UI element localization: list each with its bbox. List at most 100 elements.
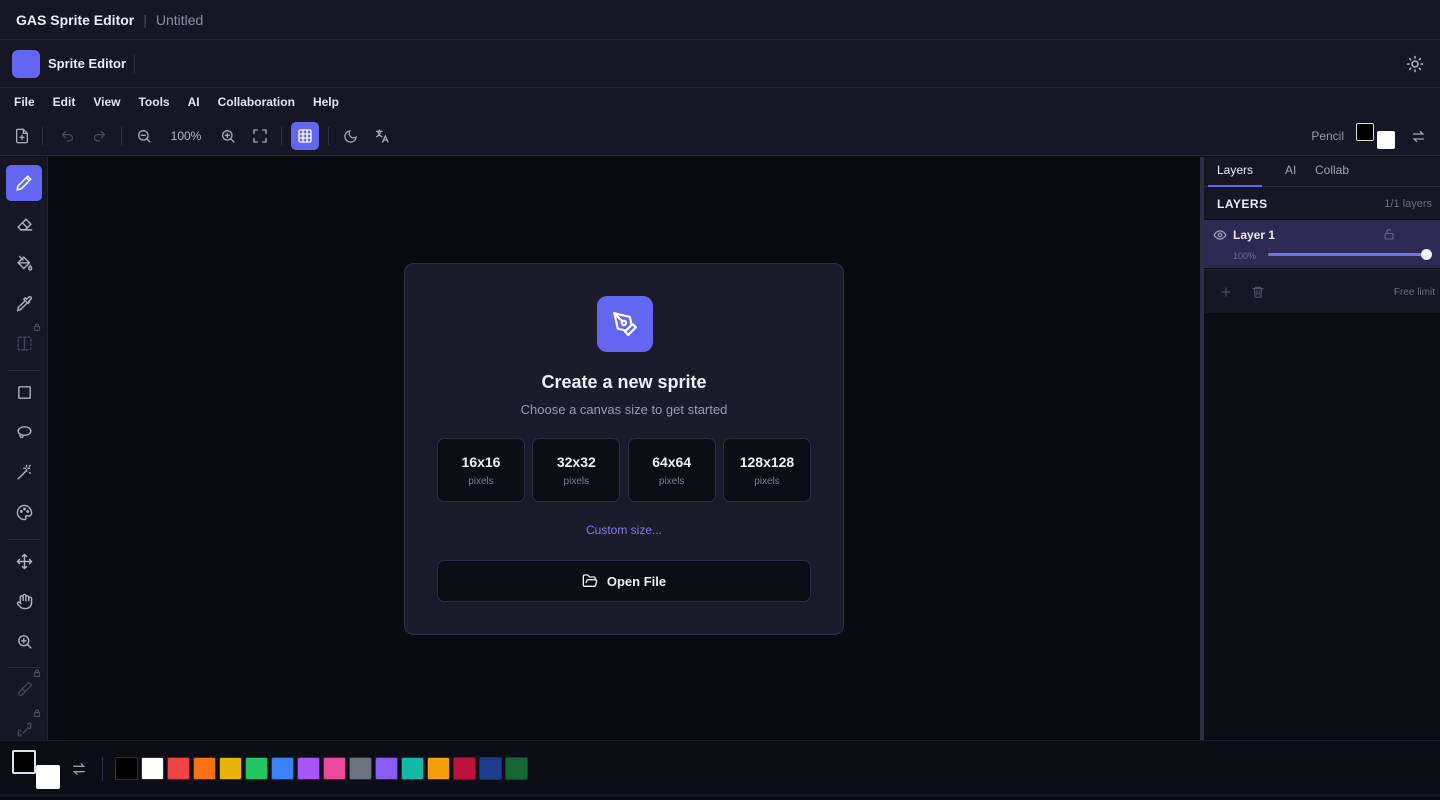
swap-colors-icon[interactable] [1407,125,1429,147]
menu-ai[interactable]: AI [188,95,200,109]
palette-swatch[interactable] [453,757,476,780]
layers-header: LAYERS 1/1 layers [1204,187,1440,219]
grid-toggle-icon[interactable] [291,122,319,150]
tab-collab[interactable]: Collab [1306,157,1358,187]
open-file-button[interactable]: Open File [437,560,811,602]
zoom-level: 100% [170,129,202,143]
palette-swatch[interactable] [401,757,424,780]
dialog-title: Create a new sprite [541,372,707,392]
foreground-color-swatch[interactable] [12,750,36,774]
toolbar-divider [42,127,43,145]
size-32-button[interactable]: 32x32 pixels [532,438,621,502]
palette-swatch[interactable] [349,757,372,780]
tool-rail [0,157,48,740]
size-128-button[interactable]: 128x128 pixels [722,438,811,502]
size-value: 32x32 [556,454,596,470]
palette-swatch[interactable] [193,757,216,780]
toolbar-divider [281,127,282,145]
new-sprite-dialog: Create a new sprite Choose a canvas size… [404,263,844,635]
rail-divider [8,370,40,371]
palette-swatch[interactable] [297,757,320,780]
palette-swatch[interactable] [219,757,242,780]
toolbar-foreground-swatch[interactable] [1356,123,1374,141]
menu-collaboration[interactable]: Collaboration [218,95,295,109]
size-16-button[interactable]: 16x16 pixels [437,438,525,502]
palette-swatch[interactable] [479,757,502,780]
fill-bucket-tool-icon[interactable] [6,245,42,281]
app-logo [12,49,40,78]
panel-tabs: Layers AI Collab [1204,157,1440,187]
free-limit-label: Free limit [1393,287,1435,298]
menu-file[interactable]: File [14,95,35,109]
trash-icon[interactable] [1251,285,1265,299]
symmetry-tool-icon[interactable] [6,323,42,361]
menu-view[interactable]: View [93,95,120,109]
sun-icon[interactable] [1406,55,1424,73]
palette-swatch[interactable] [505,757,528,780]
layer-opacity-label: 100% [1233,251,1257,261]
pencil-tool-icon[interactable] [6,165,42,201]
size-unit: pixels [754,476,780,487]
palette-tool-icon[interactable] [6,494,42,530]
new-file-icon[interactable] [11,125,33,147]
palette-swatch[interactable] [245,757,268,780]
opacity-slider-handle[interactable] [1421,249,1432,260]
swap-colors-icon[interactable] [71,761,87,777]
palette-swatch[interactable] [427,757,450,780]
palette-swatch[interactable] [167,757,190,780]
eye-icon[interactable] [1213,228,1227,242]
lock-icon [33,323,41,331]
app-header: Sprite Editor [0,40,1440,88]
tab-layers[interactable]: Layers [1208,157,1263,187]
lock-icon [33,709,41,717]
document-title: Untitled [155,11,204,28]
layer-row[interactable]: Layer 1 100% [1204,220,1440,268]
rectangle-tool-icon[interactable] [6,374,42,410]
move-tool-icon[interactable] [6,543,42,579]
open-file-label: Open File [606,573,667,589]
toolbar-background-swatch[interactable] [1377,131,1395,149]
palette-swatch[interactable] [323,757,346,780]
folder-open-icon [582,574,598,587]
dialog-subtitle: Choose a canvas size to get started [520,402,728,417]
unlock-icon[interactable] [1383,228,1395,240]
size-64-button[interactable]: 64x64 pixels [627,438,716,502]
size-unit: pixels [658,476,685,487]
menu-edit[interactable]: Edit [53,95,76,109]
fit-screen-icon[interactable] [249,125,271,147]
custom-size-link[interactable]: Custom size... [405,523,843,537]
palette-swatch[interactable] [271,757,294,780]
palette-swatch[interactable] [115,757,138,780]
menu-tools[interactable]: Tools [138,95,169,109]
magic-wand-tool-icon[interactable] [6,454,42,490]
size-value: 64x64 [652,454,692,470]
palette-swatch[interactable] [375,757,398,780]
lasso-tool-icon[interactable] [6,414,42,450]
palette-swatch[interactable] [141,757,164,780]
brush-tool-icon[interactable] [6,669,42,707]
plus-icon[interactable] [1219,285,1233,299]
eraser-tool-icon[interactable] [6,205,42,241]
tab-ai[interactable]: AI [1276,157,1305,187]
background-color-swatch[interactable] [36,765,60,789]
menu-bar: File Edit View Tools AI Collaboration He… [0,88,1440,116]
size-value: 16x16 [461,454,501,470]
redo-icon[interactable] [88,125,110,147]
toolbar-divider [328,127,329,145]
menu-help[interactable]: Help [313,95,339,109]
zoom-out-icon[interactable] [133,125,155,147]
moon-icon[interactable] [339,125,361,147]
zoom-tool-icon[interactable] [6,623,42,659]
undo-icon[interactable] [56,125,78,147]
right-panel: Layers AI Collab LAYERS 1/1 layers Layer… [1204,157,1440,740]
eyedropper-tool-icon[interactable] [6,285,42,321]
zoom-in-icon[interactable] [217,125,239,147]
app-title: GAS Sprite Editor [16,11,135,28]
palette-swatches [115,757,531,780]
opacity-slider[interactable] [1268,249,1432,260]
layer-actions: Free limit [1204,269,1440,313]
translate-icon[interactable] [371,125,393,147]
hand-tool-icon[interactable] [6,583,42,619]
rail-divider [8,539,40,540]
title-separator: | [143,11,147,28]
